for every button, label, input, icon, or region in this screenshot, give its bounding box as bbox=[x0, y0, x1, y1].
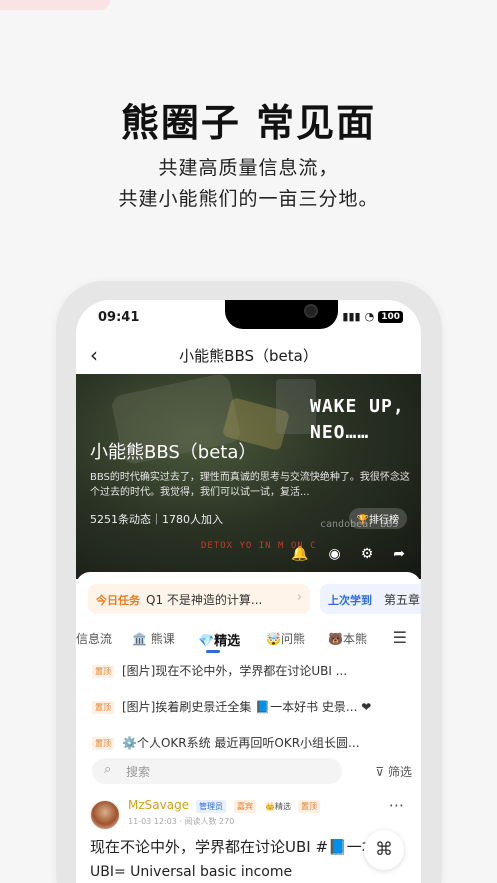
post-text-line2: UBI= Universal basic income bbox=[90, 864, 293, 880]
pinned-badge: 置顶 bbox=[92, 701, 114, 714]
content-panel: 今日任务 Q1 不是神造的计算... › 上次学到 第五章 信息流 🏛️ 熊课 … bbox=[76, 572, 421, 883]
category-tabs: 信息流 🏛️ 熊课 💎精选 🤯问熊 🐻本熊 ☰ bbox=[76, 626, 421, 653]
search-placeholder: 搜索 bbox=[126, 765, 151, 779]
avatar[interactable] bbox=[90, 800, 120, 830]
pinned-item[interactable]: 置顶 [图片]挨着刷史景迁全集 📘一本好书 史景... ❤ bbox=[92, 698, 412, 718]
last-learned-text: 第五章 bbox=[384, 593, 421, 607]
wifi-icon: ◔ bbox=[364, 310, 375, 323]
last-learned-label: 上次学到 bbox=[328, 594, 372, 607]
grid-icon: ⌘ bbox=[375, 839, 393, 860]
corner-decoration bbox=[0, 0, 110, 10]
pinned-text: ⚙️个人OKR系统 最近再回听OKR小组长圆... bbox=[122, 736, 360, 750]
chevron-right-icon: › bbox=[296, 590, 302, 605]
role-badge-admin: 管理员 bbox=[196, 800, 226, 813]
navbar: ‹ 小能熊BBS（beta） bbox=[76, 340, 421, 372]
share-icon[interactable]: ➦ bbox=[393, 546, 405, 562]
crown-icon: 👑 bbox=[265, 802, 275, 811]
menu-icon[interactable]: ☰ bbox=[393, 628, 407, 647]
tab-courses[interactable]: 🏛️ 熊课 bbox=[132, 630, 175, 647]
banner-slogan-line1: WAKE UP, bbox=[310, 396, 405, 417]
tab-ask[interactable]: 🤯问熊 bbox=[266, 630, 305, 647]
banner-slogan: WAKE UP, NEO…… bbox=[310, 394, 405, 446]
banner-slogan-line2: NEO…… bbox=[310, 422, 370, 443]
pinned-badge: 置顶 bbox=[92, 665, 114, 678]
filter-label: 筛选 bbox=[387, 765, 412, 779]
post-meta: 11-03 12:03 · 阅读人数 270 bbox=[128, 817, 235, 826]
active-tab-indicator bbox=[206, 650, 220, 653]
tab-bear[interactable]: 🐻本熊 bbox=[328, 630, 367, 647]
settings-icon[interactable]: ⚙ bbox=[361, 546, 374, 562]
post-author[interactable]: MzSavage bbox=[128, 798, 189, 812]
tab-feed[interactable]: 信息流 bbox=[76, 630, 112, 647]
promo-headline: 熊圈子 常见面 bbox=[120, 101, 377, 145]
search-input[interactable]: ⌕ 搜索 bbox=[92, 758, 342, 784]
featured-badge: 👑精选 bbox=[265, 802, 291, 811]
leaderboard-button[interactable]: 🏆排行榜 bbox=[348, 508, 407, 529]
more-options-icon[interactable]: ··· bbox=[389, 796, 404, 815]
hero-actions: 🔔 ◉ ⚙ ➦ bbox=[291, 546, 405, 562]
today-task-text: Q1 不是神造的计算... bbox=[146, 593, 263, 607]
task-row: 今日任务 Q1 不是神造的计算... › 上次学到 第五章 bbox=[88, 584, 421, 616]
search-icon: ⌕ bbox=[104, 762, 112, 777]
floating-menu-button[interactable]: ⌘ bbox=[364, 830, 404, 870]
tab-featured[interactable]: 💎精选 bbox=[198, 630, 240, 649]
search-row: ⌕ 搜索 ⊽ 筛选 bbox=[92, 758, 412, 784]
badge-icon[interactable]: ◉ bbox=[328, 546, 340, 562]
filter-icon: ⊽ bbox=[375, 765, 385, 779]
post-text-line1: 现在不论中外，学界都在讨论UBI #📘一本 bbox=[90, 838, 377, 856]
status-time: 09:41 bbox=[98, 310, 140, 325]
filter-button[interactable]: ⊽ 筛选 bbox=[375, 763, 412, 780]
pinned-badge: 置顶 bbox=[92, 737, 114, 750]
pinned-item[interactable]: 置顶 ⚙️个人OKR系统 最近再回听OKR小组长圆... bbox=[92, 734, 412, 754]
status-icons: ▮▮▮ ◔ 100 bbox=[342, 310, 403, 323]
nav-title: 小能熊BBS（beta） bbox=[179, 347, 318, 365]
promo-subline-1: 共建高质量信息流， bbox=[158, 157, 339, 179]
promo-subline-2: 共建小能熊们的一亩三分地。 bbox=[118, 188, 379, 210]
today-task-label: 今日任务 bbox=[96, 594, 140, 607]
hero-banner: WAKE UP, NEO…… 小能熊BBS（beta） BBS的时代确实过去了，… bbox=[76, 374, 421, 579]
pinned-text: [图片]现在不论中外，学界都在讨论UBI ... bbox=[122, 664, 348, 678]
bell-icon[interactable]: 🔔 bbox=[291, 546, 308, 562]
signal-icon: ▮▮▮ bbox=[342, 310, 361, 323]
battery-icon: 100 bbox=[378, 310, 403, 323]
today-task-card[interactable]: 今日任务 Q1 不是神造的计算... › bbox=[88, 584, 310, 614]
community-title: 小能熊BBS（beta） bbox=[90, 442, 257, 463]
community-description: BBS的时代确实过去了，理性而真诚的思考与交流快绝种了。我很怀念这个过去的时代。… bbox=[90, 472, 410, 498]
camera-icon bbox=[304, 304, 318, 318]
phone-screen: 09:41 ▮▮▮ ◔ 100 ‹ 小能熊BBS（beta） WAKE UP, … bbox=[76, 300, 421, 883]
pinned-text: [图片]挨着刷史景迁全集 📘一本好书 史景... ❤ bbox=[122, 700, 372, 714]
last-learned-card[interactable]: 上次学到 第五章 bbox=[320, 584, 421, 614]
role-badge-guest: 嘉宾 bbox=[234, 800, 256, 813]
pinned-badge: 置顶 bbox=[298, 800, 320, 813]
pinned-item[interactable]: 置顶 [图片]现在不论中外，学界都在讨论UBI ... bbox=[92, 662, 412, 682]
community-stats: 5251条动态｜1780人加入 bbox=[90, 513, 223, 526]
phone-notch bbox=[225, 300, 338, 329]
